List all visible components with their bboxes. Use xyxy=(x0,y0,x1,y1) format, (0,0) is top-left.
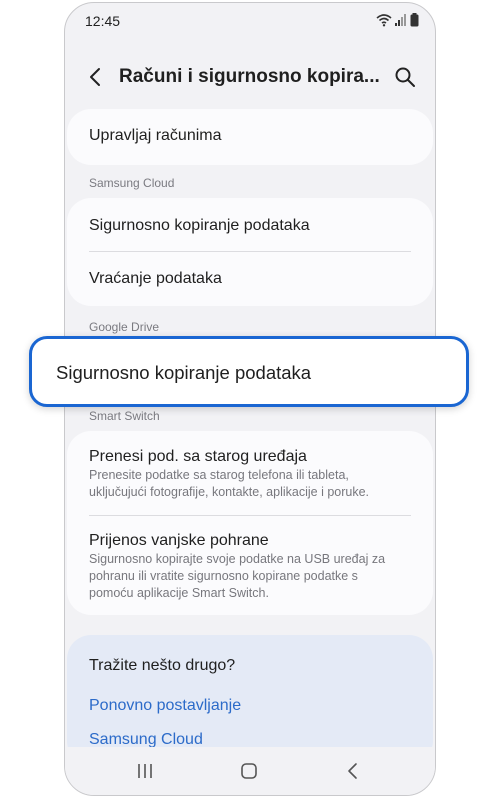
transfer-old-device-description: Prenesite podatke sa starog telefona ili… xyxy=(89,468,370,499)
divider xyxy=(89,515,411,516)
app-header: Računi i sigurnosno kopira... xyxy=(65,55,435,99)
section-label-samsung-cloud: Samsung Cloud xyxy=(89,176,175,190)
nav-back-icon[interactable] xyxy=(341,759,365,783)
battery-icon xyxy=(410,13,419,27)
status-icons xyxy=(376,13,419,27)
highlighted-google-drive-backup-item[interactable]: Sigurnosno kopiranje podataka xyxy=(29,336,469,407)
samsung-cloud-backup-item[interactable]: Sigurnosno kopiranje podataka xyxy=(89,217,310,235)
help-link-reset[interactable]: Ponovno postavljanje xyxy=(89,697,241,715)
section-label-smart-switch: Smart Switch xyxy=(89,409,160,423)
status-time: 12:45 xyxy=(85,13,121,29)
manage-accounts-item[interactable]: Upravljaj računima xyxy=(89,127,222,145)
chevron-left-icon[interactable] xyxy=(85,65,107,89)
status-bar: 12:45 xyxy=(65,3,435,39)
section-label-google-drive: Google Drive xyxy=(89,320,160,334)
page-title: Računi i sigurnosno kopira... xyxy=(119,66,380,87)
search-icon[interactable] xyxy=(393,65,417,89)
home-icon[interactable] xyxy=(237,759,261,783)
divider xyxy=(89,251,411,252)
transfer-old-device-title[interactable]: Prenesi pod. sa starog uređaja xyxy=(89,448,307,466)
samsung-cloud-restore-item[interactable]: Vraćanje podataka xyxy=(89,270,222,288)
signal-icon xyxy=(395,14,406,26)
external-storage-title[interactable]: Prijenos vanjske pohrane xyxy=(89,532,269,550)
manage-accounts-card[interactable]: Upravljaj računima xyxy=(67,109,433,165)
wifi-icon xyxy=(376,14,392,27)
smart-switch-card: Prenesi pod. sa starog uređaja Prenesite… xyxy=(67,431,433,615)
external-storage-description: Sigurnosno kopirajte svoje podatke na US… xyxy=(89,552,386,600)
navigation-bar xyxy=(65,747,435,795)
help-card: Tražite nešto drugo? Ponovno postavljanj… xyxy=(67,635,433,765)
google-drive-backup-label: Sigurnosno kopiranje podataka xyxy=(56,362,312,383)
help-title: Tražite nešto drugo? xyxy=(89,657,236,674)
samsung-cloud-card: Sigurnosno kopiranje podataka Vraćanje p… xyxy=(67,198,433,306)
recents-icon[interactable] xyxy=(133,759,157,783)
